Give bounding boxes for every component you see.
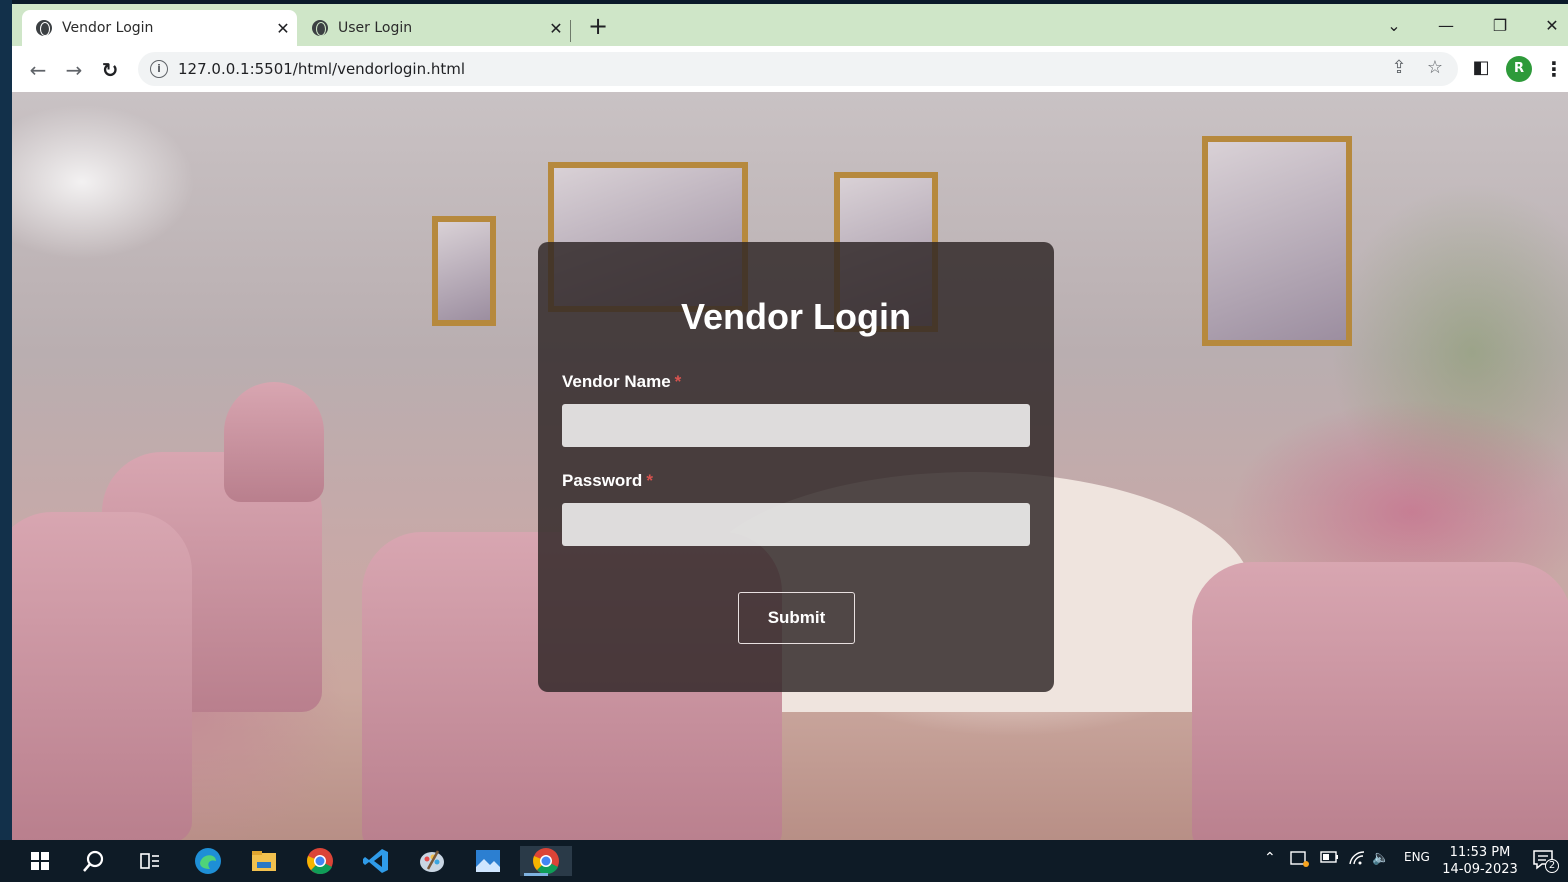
tab-vendor-login[interactable]: Vendor Login ✕ xyxy=(22,10,297,46)
site-info-icon[interactable]: i xyxy=(150,60,168,78)
windows-start-icon[interactable] xyxy=(24,846,56,876)
password-label: Password * xyxy=(562,471,653,491)
wifi-icon[interactable] xyxy=(1348,850,1366,869)
url-text: 127.0.0.1:5501/html/vendorlogin.html xyxy=(178,60,466,78)
chair-decor xyxy=(224,382,324,502)
address-bar[interactable]: i 127.0.0.1:5501/html/vendorlogin.html xyxy=(138,52,1458,86)
globe-icon xyxy=(312,20,328,36)
painting-decor xyxy=(432,216,496,326)
chrome-icon[interactable] xyxy=(304,846,336,876)
edge-browser-icon[interactable] xyxy=(192,846,224,876)
vendor-name-label: Vendor Name * xyxy=(562,372,681,392)
required-marker: * xyxy=(646,471,653,490)
notification-center-icon[interactable]: 2 xyxy=(1532,848,1559,875)
chair-decor xyxy=(1192,562,1568,840)
side-panel-icon[interactable]: ◧ xyxy=(1466,54,1496,82)
vscode-icon[interactable] xyxy=(360,846,392,876)
close-window-button[interactable]: ✕ xyxy=(1532,12,1568,40)
search-icon[interactable] xyxy=(78,846,110,876)
photos-app-icon[interactable] xyxy=(472,846,504,876)
vendor-name-input[interactable] xyxy=(562,404,1030,447)
tab-user-login[interactable]: User Login ✕ xyxy=(298,10,570,46)
battery-icon[interactable] xyxy=(1320,850,1340,867)
task-view-icon[interactable] xyxy=(134,846,166,876)
globe-icon xyxy=(36,20,52,36)
windows-taskbar: ⌃ 🔈 ENG 11:53 PM 14-09-2023 2 xyxy=(0,840,1568,882)
browser-menu-icon[interactable]: ⋮ xyxy=(1542,54,1566,84)
close-tab-icon[interactable]: ✕ xyxy=(269,19,297,38)
reload-button[interactable]: ↻ xyxy=(96,56,124,84)
tab-separator xyxy=(570,20,571,42)
share-icon[interactable]: ⇪ xyxy=(1384,54,1414,82)
bookmark-star-icon[interactable]: ☆ xyxy=(1420,54,1450,82)
clock-time: 11:53 PM xyxy=(1449,845,1511,860)
close-tab-icon[interactable]: ✕ xyxy=(542,19,570,38)
back-button[interactable]: ← xyxy=(24,56,52,84)
restore-button[interactable]: ❐ xyxy=(1480,12,1520,40)
file-explorer-icon[interactable] xyxy=(248,846,280,876)
tab-title: Vendor Login xyxy=(62,20,154,36)
browser-tab-bar: Vendor Login ✕ User Login ✕ + ⌄ — ❐ ✕ xyxy=(12,4,1568,46)
profile-avatar[interactable]: R xyxy=(1506,56,1532,82)
browser-toolbar: ← → ↻ i 127.0.0.1:5501/html/vendorlogin.… xyxy=(12,46,1568,92)
password-input[interactable] xyxy=(562,503,1030,546)
chair-decor xyxy=(12,512,192,840)
forward-button[interactable]: → xyxy=(60,56,88,84)
new-tab-button[interactable]: + xyxy=(584,12,612,40)
vendor-name-label-text: Vendor Name xyxy=(562,372,671,391)
clock-date: 14-09-2023 xyxy=(1442,862,1518,877)
login-title: Vendor Login xyxy=(681,296,911,337)
submit-button[interactable]: Submit xyxy=(738,592,855,644)
show-hidden-icons-chevron-icon[interactable]: ⌃ xyxy=(1264,850,1276,866)
password-label-text: Password xyxy=(562,471,643,490)
paint-app-icon[interactable] xyxy=(416,846,448,876)
required-marker: * xyxy=(674,372,682,391)
painting-decor xyxy=(1202,136,1352,346)
chrome-running-icon[interactable] xyxy=(520,846,572,876)
screen: Vendor Login ✕ User Login ✕ + ⌄ — ❐ ✕ ← … xyxy=(0,0,1568,882)
tab-search-chevron-icon[interactable]: ⌄ xyxy=(1374,12,1414,40)
desktop-edge xyxy=(0,0,12,840)
page-background: Vendor Login Vendor Name * Password * Subm… xyxy=(12,92,1568,840)
meet-now-icon[interactable] xyxy=(1290,850,1310,871)
vendor-login-form: Vendor Login Vendor Name * Password * Subm… xyxy=(538,242,1054,692)
volume-icon[interactable]: 🔈 xyxy=(1372,850,1389,866)
minimize-button[interactable]: — xyxy=(1426,12,1466,40)
tab-title: User Login xyxy=(338,20,413,36)
notification-count-badge: 2 xyxy=(1545,859,1559,873)
taskbar-clock[interactable]: 11:53 PM 14-09-2023 xyxy=(1440,844,1520,878)
language-indicator[interactable]: ENG xyxy=(1404,850,1430,864)
